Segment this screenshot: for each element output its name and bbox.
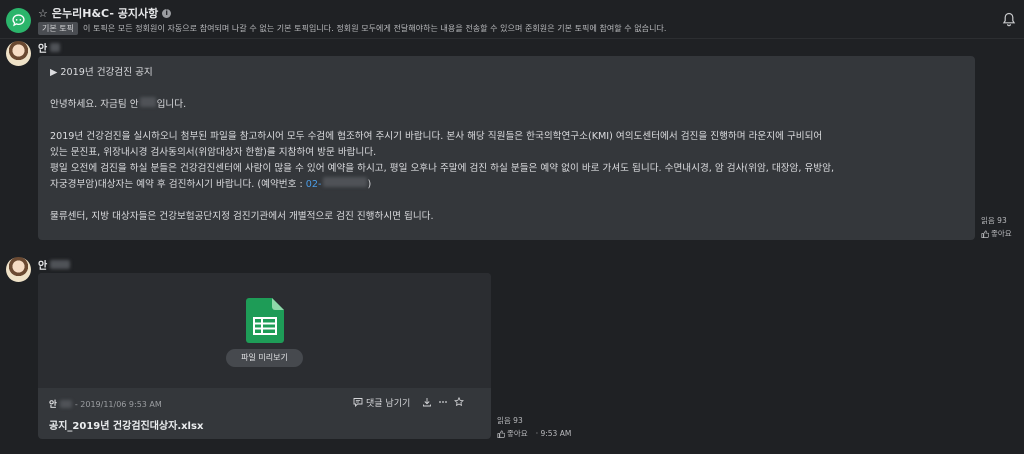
like-label[interactable]: 좋아요	[507, 428, 528, 439]
message-line: 평일 오전에 검진을 하실 분들은 건강검진센터에 사람이 많을 수 있어 예약…	[50, 163, 834, 174]
download-button[interactable]	[422, 397, 432, 407]
comment-label: 댓글 남기기	[366, 398, 411, 409]
redacted-name	[139, 97, 156, 107]
greeting-text: 안녕하세요. 자금팀 안	[50, 99, 139, 110]
chat-channel-icon[interactable]	[6, 8, 31, 33]
download-icon	[423, 398, 432, 407]
message-line: 자궁경부암)대상자는 예약 후 검진하시기 바랍니다. (예약번호 : 02-)	[50, 177, 963, 193]
reservation-text: 자궁경부암)대상자는 예약 후 검진하시기 바랍니다. (예약번호 :	[50, 179, 303, 190]
message-line: 2019년 건강검진을 실시하오니 첨부된 파일을 참고하시어 모두 수검에 협…	[50, 131, 823, 142]
bell-icon[interactable]	[1002, 12, 1016, 27]
file-name[interactable]: 공지_2019년 건강검진대상자.xlsx	[49, 417, 203, 432]
file-sender-name: 안	[49, 400, 57, 410]
channel-header: ☆ 은누리H&C- 공지사항 i 기본 토픽 이 토픽은 모든 정회원이 자동으…	[0, 0, 1024, 39]
thumb-up-icon[interactable]	[497, 429, 505, 438]
message-line: 물류센터, 지방 대상자들은 건강보험공단지정 검진기관에서 개별적으로 검진 …	[50, 211, 434, 222]
greeting-end: 입니다.	[156, 99, 187, 110]
read-count[interactable]: 읽음 93	[497, 415, 571, 426]
message-time: · 9:53 AM	[535, 429, 572, 438]
spreadsheet-icon	[246, 298, 284, 343]
message-bubble: ▶ 2019년 건강검진 공지 안녕하세요. 자금팀 안 입니다. 2019년 건…	[38, 56, 975, 240]
comment-icon	[353, 398, 363, 407]
sender-name: 안	[38, 261, 48, 272]
file-actions: 댓글 남기기	[353, 395, 465, 409]
message-heading: ▶ 2019년 건강검진 공지	[50, 67, 153, 78]
star-icon[interactable]: ☆	[38, 7, 48, 20]
more-button[interactable]	[438, 397, 448, 407]
sender-name: 안	[38, 44, 48, 55]
topic-description: 이 토픽은 모든 정회원이 자동으로 참여되며 나갈 수 없는 기본 토픽입니다…	[82, 24, 667, 33]
more-icon	[439, 401, 448, 403]
info-icon[interactable]: i	[162, 8, 172, 18]
message-line: 있는 문진표, 위장내시경 검사동의서(위암대상자 한함)를 지참하여 방문 바…	[50, 147, 377, 158]
redacted-name	[50, 260, 71, 269]
message-sender[interactable]: 안	[38, 40, 61, 55]
thumb-up-icon	[981, 229, 989, 238]
file-preview[interactable]: 파일 미리보기	[38, 273, 491, 388]
like-row: 좋아요 · 9:53 AM	[497, 428, 571, 439]
like-button[interactable]: 좋아요	[981, 228, 1012, 239]
channel-title: ☆ 은누리H&C- 공지사항 i	[38, 5, 172, 21]
file-date: - 2019/11/06 9:53 AM	[74, 399, 162, 409]
redacted-name	[50, 43, 61, 52]
message-meta: 읽음 93 좋아요 · 9:53 AM	[497, 415, 571, 439]
message-line: 안녕하세요. 자금팀 안 입니다.	[50, 97, 963, 113]
topic-row: 기본 토픽 이 토픽은 모든 정회원이 자동으로 참여되며 나갈 수 없는 기본…	[38, 22, 667, 35]
channel-name: 은누리H&C- 공지사항	[51, 7, 159, 20]
avatar[interactable]	[6, 41, 31, 66]
file-sender: 안 - 2019/11/06 9:53 AM	[49, 398, 162, 411]
like-label: 좋아요	[991, 229, 1012, 238]
file-attachment-card[interactable]: 파일 미리보기 안 - 2019/11/06 9:53 AM 공지_2019년 …	[38, 273, 491, 439]
redacted-phone	[323, 177, 368, 187]
reservation-phone-link[interactable]: 02-	[306, 179, 322, 190]
redacted-name	[59, 400, 72, 408]
file-preview-button[interactable]: 파일 미리보기	[226, 349, 303, 367]
message-meta: 읽음 93 좋아요	[981, 215, 1012, 239]
topic-badge[interactable]: 기본 토픽	[38, 22, 78, 35]
avatar[interactable]	[6, 257, 31, 282]
read-count[interactable]: 읽음 93	[981, 215, 1012, 226]
reservation-close: )	[367, 179, 372, 190]
comment-button[interactable]: 댓글 남기기	[353, 396, 410, 409]
message-sender[interactable]: 안	[38, 257, 71, 272]
bookmark-button[interactable]	[454, 397, 465, 407]
bookmark-star-icon	[454, 397, 465, 407]
file-footer: 안 - 2019/11/06 9:53 AM 공지_2019년 건강검진대상자.…	[38, 388, 491, 439]
